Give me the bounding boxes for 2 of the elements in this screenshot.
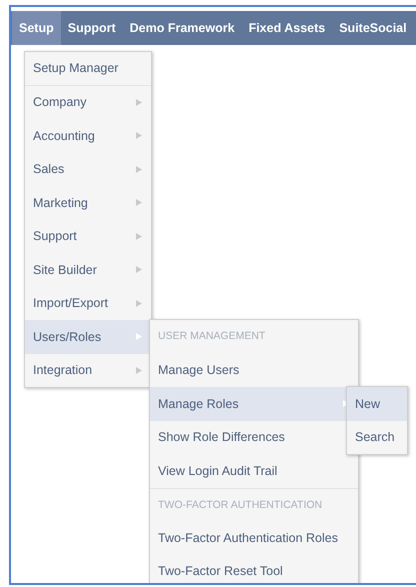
section-heading: USER MANAGEMENT (157, 329, 266, 344)
section-heading: TWO-FACTOR AUTHENTICATION (150, 488, 358, 521)
